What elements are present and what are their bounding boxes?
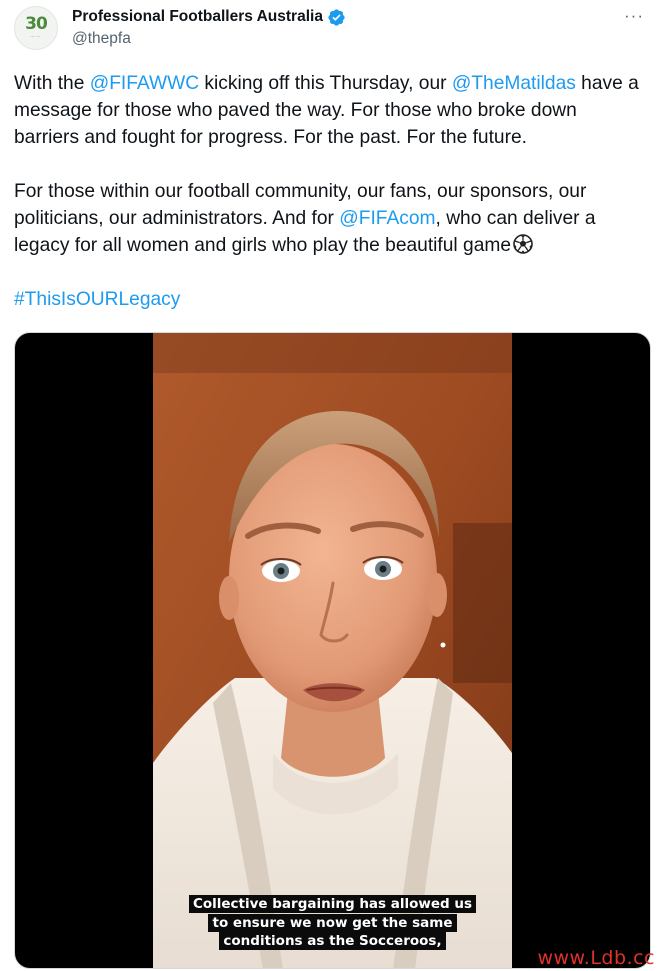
avatar[interactable]: 30 ⋯⋯ [14, 6, 58, 50]
video-caption: Collective bargaining has allowed us to … [15, 895, 650, 951]
mention-thematildas[interactable]: @TheMatildas [452, 73, 576, 94]
tweet-text-segment: With the [14, 73, 90, 94]
verified-badge-icon[interactable] [327, 8, 346, 27]
avatar-logo-text: 30 [25, 14, 48, 34]
tweet-header: Professional Footballers Australia @thep… [72, 7, 346, 48]
display-name[interactable]: Professional Footballers Australia [72, 8, 323, 26]
tweet-line: legacy for all women and girls who play … [14, 232, 654, 259]
tweet-line: For those within our football community,… [14, 181, 587, 202]
video-still-image [153, 333, 512, 968]
tweet-line: barriers and fought for progress. For th… [14, 127, 527, 148]
tweet-line: message for those who paved the way. For… [14, 100, 577, 121]
tweet-line: #ThisIsOURLegacy [14, 286, 654, 313]
soccer-ball-icon [513, 234, 533, 254]
name-row: Professional Footballers Australia [72, 7, 346, 27]
tweet-text-segment: , who can deliver a [435, 208, 596, 229]
caption-line: Collective bargaining has allowed us [188, 895, 477, 913]
tweet-line: With the @FIFAWWC kicking off this Thurs… [14, 70, 654, 97]
mention-fifawwc[interactable]: @FIFAWWC [90, 73, 199, 94]
avatar-logo-number: 30 [25, 14, 48, 34]
tweet-text: With the @FIFAWWC kicking off this Thurs… [14, 70, 654, 313]
tweet-text-segment: legacy for all women and girls who play … [14, 235, 512, 256]
watermark: www.Ldb.cc [537, 947, 655, 969]
video-player[interactable]: Collective bargaining has allowed us to … [14, 332, 651, 969]
tweet-text-segment: kicking off this Thursday, our [199, 73, 452, 94]
tweet-line: politicians, our administrators. And for… [14, 205, 654, 232]
tweet-text-segment: have a [575, 73, 639, 94]
tweet: 30 ⋯⋯ Professional Footballers Australia… [0, 0, 665, 971]
more-options-icon[interactable]: ··· [621, 6, 647, 26]
mention-fifacom[interactable]: @FIFAcom [339, 208, 435, 229]
caption-line: to ensure we now get the same [208, 913, 457, 932]
video-frame [153, 333, 512, 968]
caption-line: conditions as the Socceroos, [219, 932, 446, 950]
tweet-text-segment: politicians, our administrators. And for [14, 208, 340, 229]
avatar-logo-sub: ⋯⋯ [30, 34, 42, 40]
hashtag-link[interactable]: #ThisIsOURLegacy [14, 289, 180, 310]
handle[interactable]: @thepfa [72, 30, 346, 48]
